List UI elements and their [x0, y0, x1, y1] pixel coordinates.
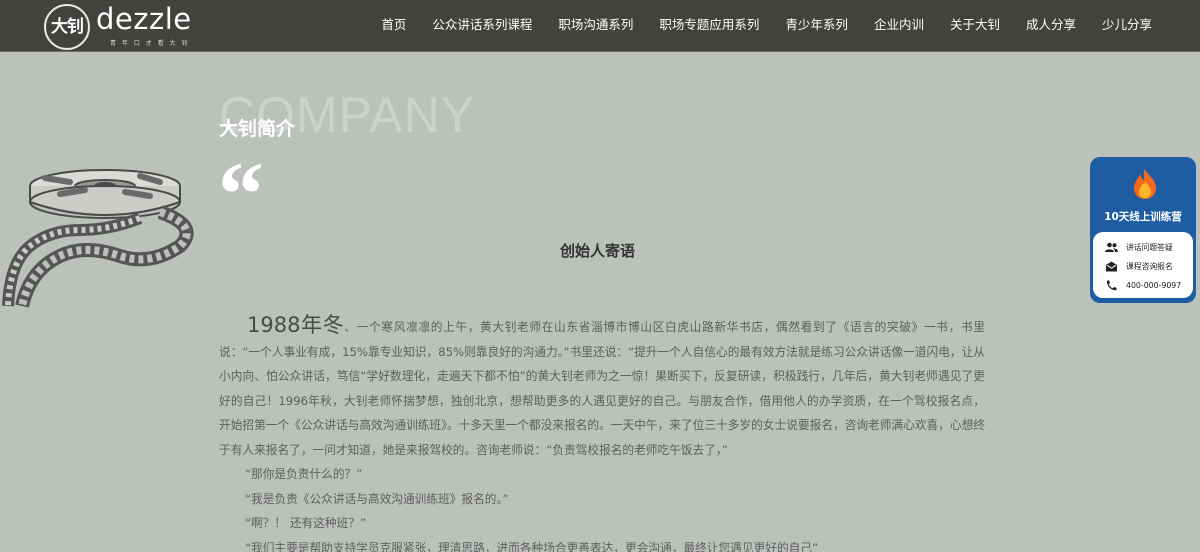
- mail-icon: [1106, 261, 1117, 272]
- logo-emblem: 大钊: [44, 4, 90, 50]
- widget-header[interactable]: 10天线上训练营: [1093, 160, 1193, 230]
- nav-item-about[interactable]: 关于大钊: [950, 14, 1000, 33]
- nav-item-adult-sharing[interactable]: 成人分享: [1026, 14, 1076, 33]
- widget-item-label: 400-000-9097: [1126, 281, 1182, 290]
- article-paragraph: 1988年冬、一个寒风凛凛的上午，黄大钊老师在山东省淄博市博山区白虎山路新华书店…: [219, 313, 985, 462]
- widget-item-label: 课程咨询报名: [1126, 262, 1173, 271]
- widget-menu: 讲话问题答疑 课程咨询报名 400-000-9097: [1093, 232, 1193, 298]
- nav-item-workplace-communication[interactable]: 职场沟通系列: [558, 14, 633, 33]
- widget-item-label: 讲话问题答疑: [1126, 243, 1173, 252]
- section-title: 大钊简介: [219, 118, 296, 140]
- brand-logo[interactable]: 大钊 dezzle 青 年 口 才 看 大 钊: [44, 2, 214, 62]
- founder-message-heading: 创始人寄语: [560, 242, 636, 260]
- logo-tagline: 青 年 口 才 看 大 钊: [110, 40, 190, 47]
- nav-item-public-speaking[interactable]: 公众讲话系列课程: [432, 14, 532, 33]
- main-nav: 首页 公众讲话系列课程 职场沟通系列 职场专题应用系列 青少年系列 企业内训 关…: [355, 0, 1152, 46]
- dialogue-line: “我们主要是帮助支持学员克服紧张，理清思路，进而各种场合更善表达，更会沟通，最终…: [245, 540, 819, 552]
- founder-article: 1988年冬、一个寒风凛凛的上午，黄大钊老师在山东省淄博市博山区白虎山路新华书店…: [219, 313, 985, 552]
- widget-item-phone[interactable]: 400-000-9097: [1105, 276, 1193, 295]
- nav-item-corporate-training[interactable]: 企业内训: [874, 14, 924, 33]
- logo-wordmark: dezzle: [96, 2, 192, 36]
- nav-item-kids-sharing[interactable]: 少儿分享: [1102, 14, 1152, 33]
- flame-icon: [1134, 169, 1156, 199]
- widget-item-enroll[interactable]: 课程咨询报名: [1105, 257, 1193, 276]
- nav-item-workplace-topics[interactable]: 职场专题应用系列: [659, 14, 759, 33]
- widget-item-qa[interactable]: 讲话问题答疑: [1105, 238, 1193, 257]
- top-navigation-bar: 大钊 dezzle 青 年 口 才 看 大 钊 首页 公众讲话系列课程 职场沟通…: [0, 0, 1200, 52]
- group-icon: [1105, 242, 1118, 252]
- nav-item-youth[interactable]: 青少年系列: [785, 14, 848, 33]
- phone-icon: [1106, 280, 1117, 291]
- article-paragraph-text: 、一个寒风凛凛的上午，黄大钊老师在山东省淄博市博山区白虎山路新华书店，偶然看到了…: [219, 320, 985, 457]
- dialogue-line: “那你是负责什么的？”: [245, 467, 363, 481]
- quote-mark-icon: “: [218, 143, 264, 245]
- camp-title: 10天线上训练营: [1104, 211, 1182, 223]
- online-camp-widget[interactable]: 10天线上训练营 讲话问题答疑 课程咨询报名 400-000-9097: [1090, 157, 1196, 303]
- dialogue-line: “我是负责《公众讲话与高效沟通训练班》报名的。”: [245, 491, 509, 506]
- article-year-lead: 1988年冬: [247, 313, 345, 337]
- film-reel-illustration: [2, 169, 194, 308]
- nav-item-home[interactable]: 首页: [381, 14, 406, 33]
- dialogue-line: “啊？！ 还有这种班？”: [245, 516, 367, 530]
